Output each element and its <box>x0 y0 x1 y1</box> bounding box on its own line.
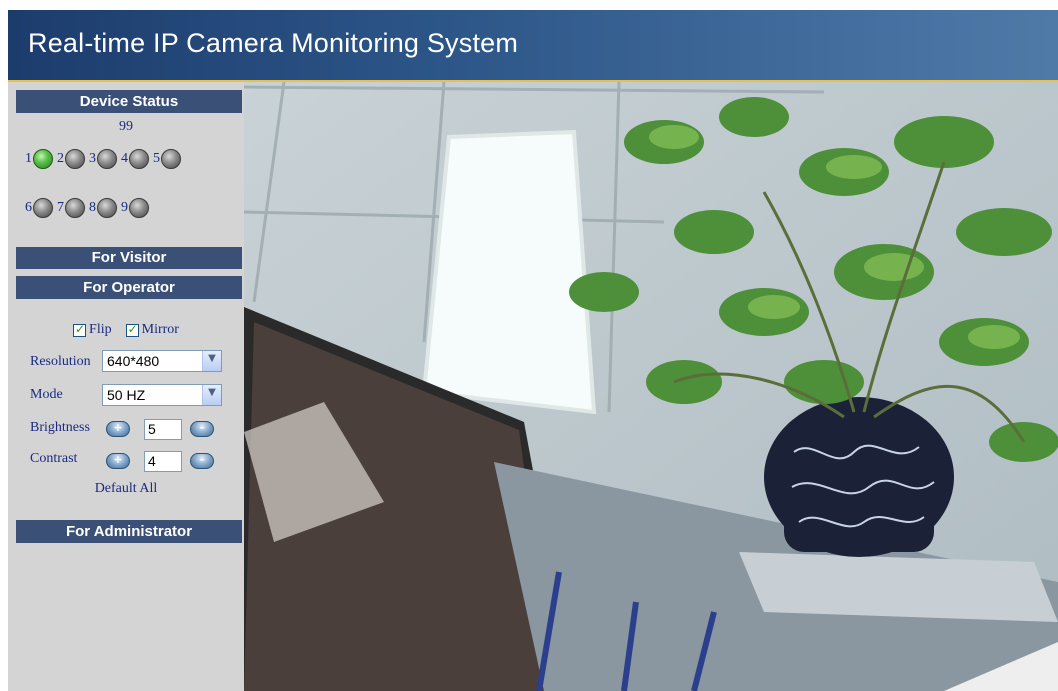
contrast-input[interactable]: 4 <box>144 451 182 472</box>
contrast-increase-button[interactable]: + <box>106 453 130 469</box>
device-number: 5 <box>153 151 160 166</box>
device-led-row-1: 1 2 3 4 5 <box>22 146 182 172</box>
device-9[interactable]: 9 <box>118 198 149 218</box>
camera-frame-image <box>244 82 1058 691</box>
minus-icon: – <box>199 421 205 434</box>
chevron-down-icon: ▼ <box>208 353 216 364</box>
device-number: 4 <box>121 151 128 166</box>
status-led-offline-icon <box>161 149 181 169</box>
device-3[interactable]: 3 <box>86 149 117 169</box>
chevron-down-icon: ▼ <box>208 387 216 398</box>
plus-icon: + <box>113 453 123 466</box>
device-8[interactable]: 8 <box>86 198 117 218</box>
device-7[interactable]: 7 <box>54 198 85 218</box>
mirror-option[interactable]: ✓ Mirror <box>125 321 179 338</box>
status-led-offline-icon <box>97 198 117 218</box>
flip-option[interactable]: ✓ Flip <box>73 322 112 338</box>
status-led-online-icon <box>33 149 53 169</box>
device-led-row-2: 6 7 8 9 <box>22 195 150 221</box>
brightness-increase-button[interactable]: + <box>106 421 130 437</box>
device-status-count: 99 <box>119 119 133 134</box>
page-title: Real-time IP Camera Monitoring System <box>28 28 519 58</box>
contrast-label: Contrast <box>30 451 78 466</box>
status-led-offline-icon <box>129 149 149 169</box>
resolution-label: Resolution <box>30 354 91 369</box>
device-number: 8 <box>89 200 96 215</box>
plus-icon: + <box>113 421 123 434</box>
device-number: 3 <box>89 151 96 166</box>
brightness-label: Brightness <box>30 420 90 435</box>
status-led-offline-icon <box>129 198 149 218</box>
checkmark-icon: ✓ <box>75 321 86 336</box>
minus-icon: – <box>199 453 205 466</box>
flip-checkbox[interactable]: ✓ <box>73 321 87 337</box>
brightness-decrease-button[interactable]: – <box>190 421 214 437</box>
device-5[interactable]: 5 <box>150 149 181 169</box>
camera-video-feed <box>244 82 1058 691</box>
sidebar: Device Status 99 1 2 3 4 5 6 7 8 9 For V… <box>8 82 246 691</box>
default-all-link[interactable]: Default All <box>8 481 244 497</box>
device-4[interactable]: 4 <box>118 149 149 169</box>
mode-dropdown-button[interactable]: ▼ <box>202 385 221 405</box>
contrast-decrease-button[interactable]: – <box>190 453 214 469</box>
device-number: 1 <box>25 151 32 166</box>
mode-value: 50 HZ <box>107 387 146 403</box>
resolution-value: 640*480 <box>107 353 160 369</box>
device-6[interactable]: 6 <box>22 198 53 218</box>
mirror-label: Mirror <box>141 322 179 337</box>
for-operator-header[interactable]: For Operator <box>16 276 242 299</box>
device-1[interactable]: 1 <box>22 149 53 169</box>
for-administrator-header[interactable]: For Administrator <box>16 520 242 543</box>
mode-label: Mode <box>30 387 63 402</box>
for-visitor-header[interactable]: For Visitor <box>16 247 242 269</box>
status-led-offline-icon <box>97 149 117 169</box>
mirror-checkbox[interactable]: ✓ <box>125 321 139 337</box>
flip-label: Flip <box>89 322 112 337</box>
device-number: 6 <box>25 200 32 215</box>
device-number: 7 <box>57 200 64 215</box>
status-led-offline-icon <box>65 149 85 169</box>
status-led-offline-icon <box>33 198 53 218</box>
checkmark-icon: ✓ <box>127 321 138 336</box>
device-number: 2 <box>57 151 64 166</box>
mode-select[interactable]: 50 HZ ▼ <box>102 384 222 406</box>
resolution-select[interactable]: 640*480 ▼ <box>102 350 222 372</box>
device-status-header: Device Status <box>16 90 242 113</box>
app-header: Real-time IP Camera Monitoring System <box>8 10 1058 82</box>
resolution-dropdown-button[interactable]: ▼ <box>202 351 221 371</box>
brightness-input[interactable]: 5 <box>144 419 182 440</box>
flip-mirror-options: ✓ Flip ✓ Mirror <box>8 322 244 338</box>
device-2[interactable]: 2 <box>54 149 85 169</box>
status-led-offline-icon <box>65 198 85 218</box>
device-number: 9 <box>121 200 128 215</box>
